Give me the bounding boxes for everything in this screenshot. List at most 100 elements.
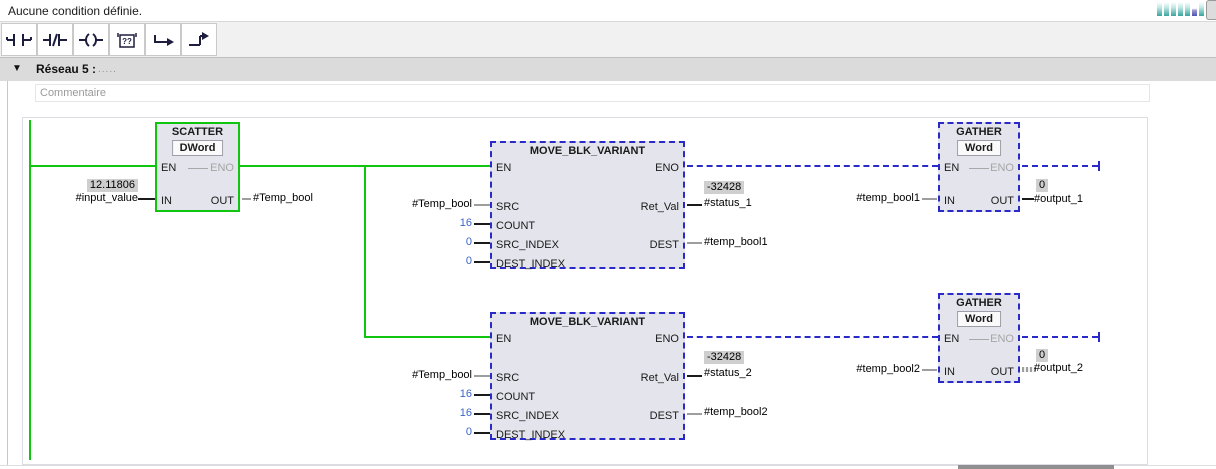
wire-move1-ret-val — [687, 204, 702, 206]
move1-ret-val-monitor: -32428 — [704, 181, 744, 194]
scatter-in-operand[interactable]: #input_value — [40, 192, 138, 205]
scatter-in-monitor-value: 12.11806 — [40, 179, 138, 192]
move2-pin-eno[interactable]: ENO — [655, 333, 679, 346]
move1-ret-val-operand[interactable]: #status_1 — [704, 197, 752, 210]
move2-pin-src[interactable]: SRC — [496, 372, 519, 385]
horizontal-scrollbar-thumb[interactable] — [958, 465, 1114, 469]
normally-open-contact-button[interactable] — [1, 23, 37, 56]
wire-rail-to-scatter-en — [31, 165, 155, 167]
gather2-title: GATHER — [940, 297, 1018, 309]
gather1-block[interactable]: GATHER Word EN ENO IN OUT — [938, 122, 1020, 212]
status-bar: Aucune condition définie. — [0, 0, 1216, 22]
move1-dest-index-value[interactable]: 0 — [400, 255, 472, 268]
gather2-out-monitor: 0 — [1036, 349, 1048, 362]
gather2-block[interactable]: GATHER Word EN ENO IN OUT — [938, 293, 1020, 383]
scatter-pin-en[interactable]: EN — [161, 162, 176, 175]
coil-icon — [78, 29, 104, 51]
scatter-pin-in[interactable]: IN — [161, 195, 172, 208]
coil-button[interactable] — [73, 23, 109, 56]
wire-move2-count — [474, 394, 490, 396]
move2-pin-dest-index[interactable]: DEST_INDEX — [496, 429, 565, 442]
gather2-pin-en[interactable]: EN — [944, 333, 959, 346]
move2-pin-src-index[interactable]: SRC_INDEX — [496, 410, 559, 423]
gather1-pin-in[interactable]: IN — [944, 195, 955, 208]
move1-pin-dest[interactable]: DEST — [650, 239, 679, 252]
move1-pin-src[interactable]: SRC — [496, 201, 519, 214]
move1-pin-ret-val[interactable]: Ret_Val — [641, 201, 679, 214]
scatter-datatype-dropdown[interactable]: DWord — [172, 140, 224, 156]
move2-pin-en[interactable]: EN — [496, 333, 511, 346]
gather2-pin-out[interactable]: OUT — [991, 366, 1014, 379]
network-title-placeholder[interactable]: ..... — [98, 64, 117, 75]
wire-out-stub — [242, 198, 251, 200]
scatter-block[interactable]: SCATTER DWord EN ENO IN OUT — [155, 122, 240, 212]
wire-move1-eno-to-gather1-en — [687, 165, 938, 167]
move1-title: MOVE_BLK_VARIANT — [492, 145, 683, 157]
gather2-pin-in[interactable]: IN — [944, 366, 955, 379]
editor-left-border — [7, 81, 8, 466]
gather2-datatype-dropdown[interactable]: Word — [957, 311, 1001, 327]
ladder-toolbar: ?? — [0, 22, 1216, 58]
wire-gather1-out — [1022, 198, 1034, 200]
move1-pin-src-index[interactable]: SRC_INDEX — [496, 239, 559, 252]
move2-dest-operand[interactable]: #temp_bool2 — [704, 406, 768, 419]
gather2-pin-eno[interactable]: ENO — [990, 333, 1014, 346]
move1-dest-operand[interactable]: #temp_bool1 — [704, 236, 768, 249]
scatter-en-eno-separator — [188, 168, 208, 169]
plc-ladder-editor: Aucune condition définie. — [0, 0, 1216, 469]
move1-pin-count[interactable]: COUNT — [496, 220, 535, 233]
move2-pin-ret-val[interactable]: Ret_Val — [641, 372, 679, 385]
move1-pin-eno[interactable]: ENO — [655, 162, 679, 175]
wire-move2-src — [474, 375, 490, 377]
move1-pin-dest-index[interactable]: DEST_INDEX — [496, 258, 565, 271]
network-comment-field[interactable]: Commentaire — [35, 84, 1150, 102]
move-blk-variant-2-block[interactable]: MOVE_BLK_VARIANT EN ENO SRC COUNT SRC_IN… — [490, 312, 685, 440]
wire-move2-dest — [687, 413, 702, 415]
open-branch-button[interactable] — [145, 23, 181, 56]
move2-ret-val-operand[interactable]: #status_2 — [704, 367, 752, 380]
empty-box-button[interactable]: ?? — [109, 23, 145, 56]
scatter-out-operand[interactable]: #Temp_bool — [253, 192, 313, 205]
scatter-pin-out[interactable]: OUT — [211, 195, 234, 208]
collapse-network-icon[interactable]: ▼ — [12, 63, 22, 74]
gather1-out-operand[interactable]: #output_1 — [1034, 193, 1083, 206]
wire-branch-down — [364, 165, 366, 338]
wire-move1-dest — [687, 242, 702, 244]
level-bar — [1185, 2, 1190, 16]
move2-dest-index-value[interactable]: 0 — [400, 426, 472, 439]
move2-pin-count[interactable]: COUNT — [496, 391, 535, 404]
gather2-out-operand[interactable]: #output_2 — [1034, 362, 1083, 375]
gather1-datatype-dropdown[interactable]: Word — [957, 140, 1001, 156]
wire-gather1-eno-open — [1022, 165, 1098, 167]
level-bar — [1171, 2, 1176, 16]
move2-count-value[interactable]: 16 — [400, 388, 472, 401]
collapse-panel-button[interactable] — [1206, 0, 1216, 20]
move2-title: MOVE_BLK_VARIANT — [492, 316, 683, 328]
wire-gather1-in — [922, 198, 937, 200]
normally-closed-contact-button[interactable] — [37, 23, 73, 56]
level-bar — [1199, 2, 1204, 16]
scatter-pin-eno[interactable]: ENO — [210, 162, 234, 175]
move2-src-index-value[interactable]: 16 — [400, 407, 472, 420]
wire-gather2-eno-terminator — [1098, 332, 1100, 342]
move1-pin-en[interactable]: EN — [496, 162, 511, 175]
move1-src-index-value[interactable]: 0 — [400, 236, 472, 249]
gather1-pin-eno[interactable]: ENO — [990, 162, 1014, 175]
power-rail — [29, 120, 31, 460]
gather1-pin-en[interactable]: EN — [944, 162, 959, 175]
move2-src-operand[interactable]: #Temp_bool — [340, 369, 472, 382]
close-branch-button[interactable] — [181, 23, 217, 56]
move1-src-operand[interactable]: #Temp_bool — [340, 198, 472, 211]
network-header[interactable]: ▼ Réseau 5 : ..... — [0, 58, 1216, 81]
move-blk-variant-1-block[interactable]: MOVE_BLK_VARIANT EN ENO SRC COUNT SRC_IN… — [490, 141, 685, 269]
wire-gather2-eno-open — [1022, 336, 1098, 338]
wire-branch-to-move2-en — [364, 336, 492, 338]
move2-pin-dest[interactable]: DEST — [650, 410, 679, 423]
gather2-in-operand[interactable]: #temp_bool2 — [788, 363, 920, 376]
gather1-title: GATHER — [940, 126, 1018, 138]
wire-gather1-eno-terminator — [1098, 161, 1100, 171]
level-bar — [1157, 2, 1162, 16]
gather1-in-operand[interactable]: #temp_bool1 — [788, 192, 920, 205]
gather1-pin-out[interactable]: OUT — [991, 195, 1014, 208]
move1-count-value[interactable]: 16 — [400, 217, 472, 230]
